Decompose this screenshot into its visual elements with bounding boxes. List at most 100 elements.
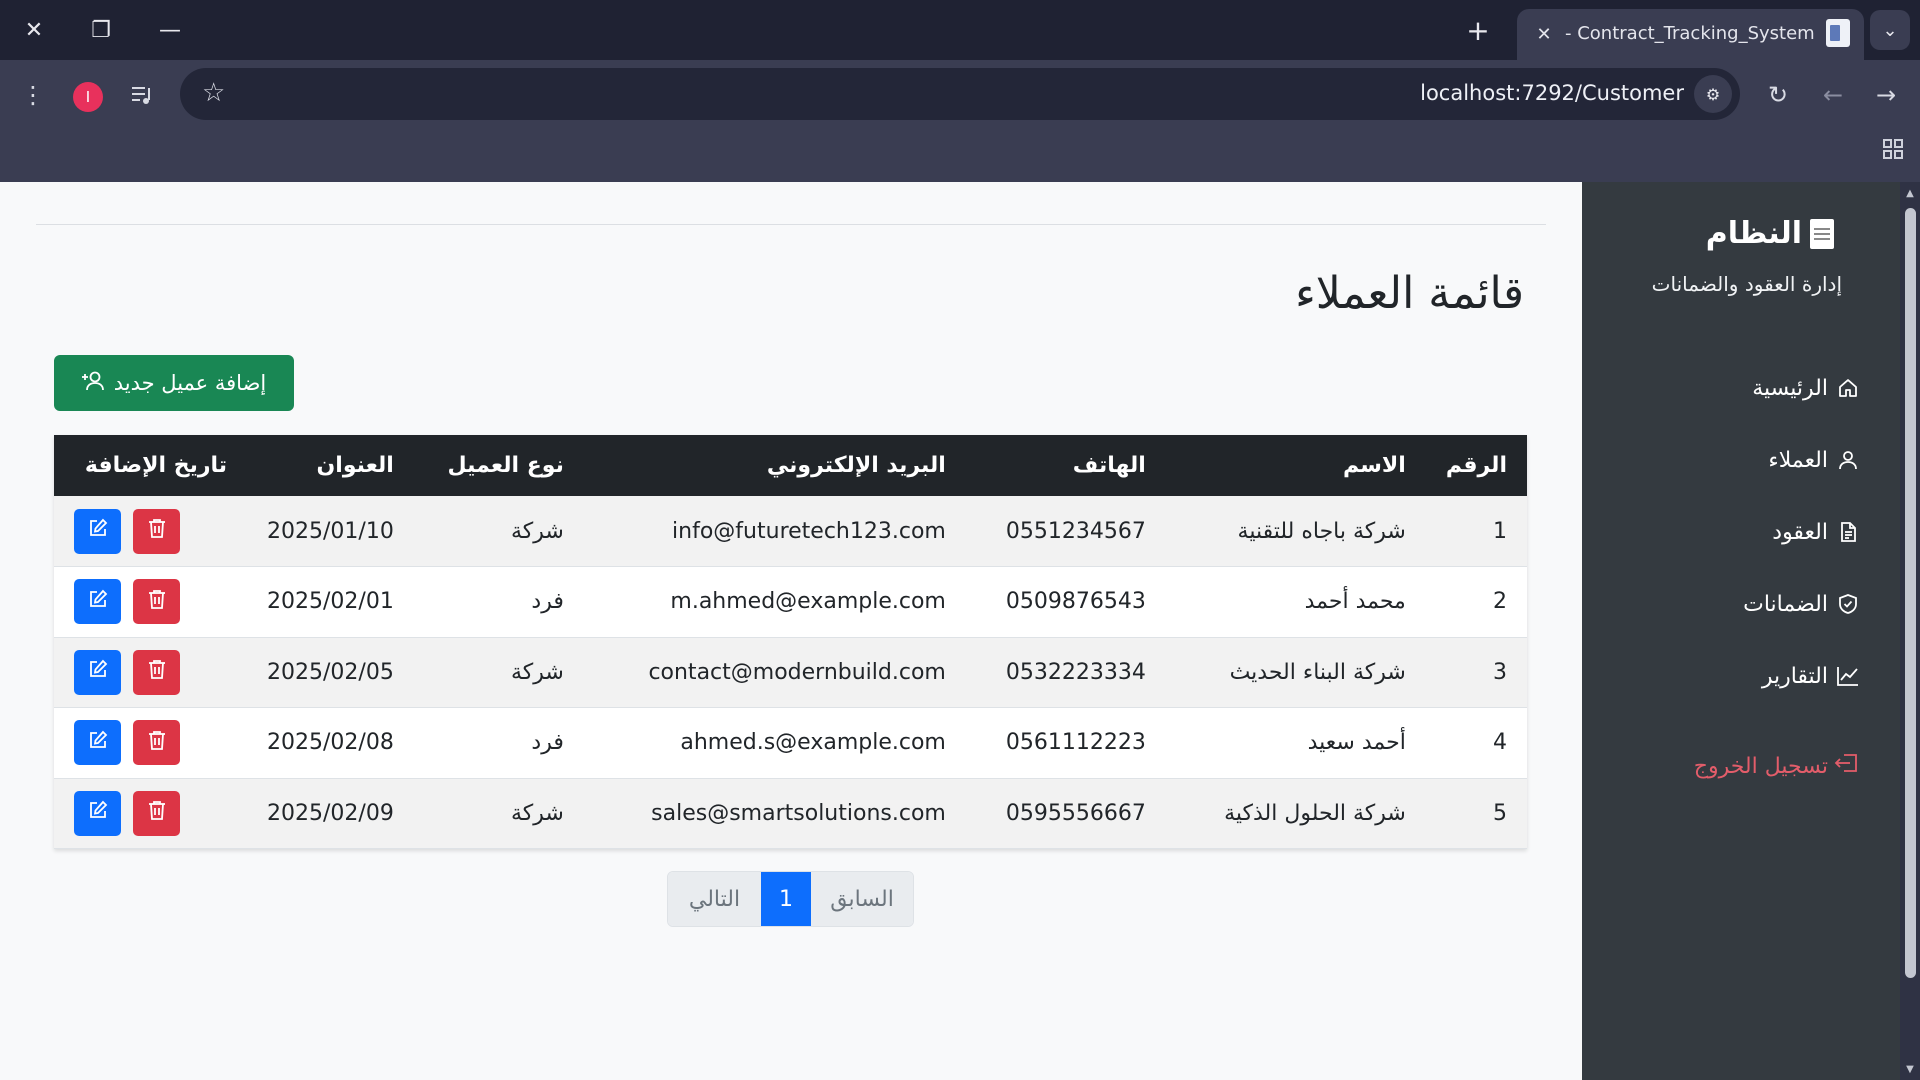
cell-num: 3 <box>1425 637 1527 708</box>
media-controls-icon[interactable] <box>124 77 160 113</box>
table-row: 2 محمد أحمد 0509876543 m.ahmed@example.com ف… <box>54 566 1527 638</box>
cell-email: sales@smartsolutions.com <box>583 778 966 849</box>
close-window-icon[interactable]: ✕ <box>8 8 60 52</box>
next-page-button[interactable]: التالي <box>668 872 761 926</box>
sidebar-item-contracts[interactable]: العقود <box>1620 496 1860 568</box>
new-tab-icon[interactable]: + <box>1460 12 1496 48</box>
cell-actions <box>54 637 248 708</box>
page-title: قائمة العملاء <box>1295 268 1524 319</box>
site-info-icon[interactable]: ⚙ <box>1694 75 1732 113</box>
column-header: البريد الإلكتروني <box>583 435 966 496</box>
forward-arrow-icon[interactable]: → <box>1868 77 1904 113</box>
cell-actions <box>54 496 248 567</box>
cell-phone: 0551234567 <box>965 496 1166 567</box>
cell-num: 1 <box>1425 496 1527 567</box>
logout-link[interactable]: تسجيل الخروج <box>1694 752 1860 780</box>
column-header: الهاتف <box>965 435 1166 496</box>
cell-email: ahmed.s@example.com <box>583 707 966 779</box>
profile-avatar[interactable]: I <box>73 82 103 112</box>
table-header-row: الرقم الاسم الهاتف البريد الإلكتروني نوع… <box>54 435 1527 496</box>
sidebar-item-guarantees[interactable]: الضمانات <box>1620 568 1860 640</box>
add-customer-button[interactable]: إضافة عميل جديد <box>54 355 294 411</box>
row-actions <box>74 790 227 836</box>
delete-button[interactable] <box>133 720 180 766</box>
delete-button[interactable] <box>133 790 180 836</box>
chart-line-icon <box>1836 664 1860 688</box>
cell-name: شركة البناء الحديث <box>1165 637 1426 708</box>
sidebar-item-reports[interactable]: التقارير <box>1620 640 1860 712</box>
sidebar-item-label: العملاء <box>1768 447 1828 473</box>
row-actions <box>74 649 227 695</box>
sidebar-item-customers[interactable]: العملاء <box>1620 424 1860 496</box>
cell-type: فرد <box>413 707 584 779</box>
edit-button[interactable] <box>74 508 121 554</box>
person-icon <box>1836 448 1860 472</box>
tab-contract-tracking[interactable]: ✕ - Contract_Tracking_System <box>1517 9 1864 60</box>
sidebar-item-label: الضمانات <box>1743 591 1828 617</box>
shield-icon <box>1836 592 1860 616</box>
current-page-button[interactable]: 1 <box>761 872 811 926</box>
cell-phone: 0595556667 <box>965 778 1166 849</box>
column-header: الرقم <box>1425 435 1527 496</box>
trash-icon <box>148 589 166 615</box>
cell-num: 2 <box>1425 566 1527 638</box>
cell-num: 4 <box>1425 707 1527 779</box>
logout-label: تسجيل الخروج <box>1693 753 1828 779</box>
sidebar-item-home[interactable]: الرئيسية <box>1620 352 1860 424</box>
person-add-icon <box>81 370 106 397</box>
customers-table: الرقم الاسم الهاتف البريد الإلكتروني نوع… <box>54 435 1527 849</box>
cell-email: info@futuretech123.com <box>583 496 966 567</box>
brand-title: النظام <box>1705 216 1802 251</box>
scroll-down-icon[interactable]: ▼ <box>1903 1062 1917 1076</box>
address-bar[interactable]: ☆ localhost:7292/Customer ⚙ <box>180 68 1740 120</box>
table-row: 1 شركة باجاه للتقنية 0551234567 info@future… <box>54 496 1527 567</box>
cell-actions <box>54 566 248 638</box>
trash-icon <box>148 800 166 826</box>
page-scrollbar[interactable]: ▲ ▼ <box>1900 182 1920 1080</box>
delete-button[interactable] <box>133 508 180 554</box>
apps-grid-icon[interactable] <box>1880 136 1906 162</box>
tab-search-icon[interactable]: ⌄ <box>1870 10 1910 50</box>
edit-button[interactable] <box>74 790 121 836</box>
previous-page-button[interactable]: السابق <box>811 872 913 926</box>
pagination: التالي 1 السابق <box>667 871 914 927</box>
cell-email: contact@modernbuild.com <box>583 637 966 708</box>
page-viewport: قائمة العملاء إضافة عميل جديد الرقم الاس… <box>0 182 1920 1080</box>
cell-actions <box>54 707 248 779</box>
scroll-thumb[interactable] <box>1905 208 1916 978</box>
home-icon <box>1836 376 1860 400</box>
bookmark-star-icon[interactable]: ☆ <box>202 78 225 108</box>
cell-type: شركة <box>413 496 584 567</box>
cell-type: شركة <box>413 637 584 708</box>
back-arrow-icon[interactable]: ← <box>1815 77 1851 113</box>
row-actions <box>74 508 227 554</box>
browser-toolbar: ⋮ I ☆ localhost:7292/Customer ⚙ ↻ ← → <box>0 60 1920 128</box>
cell-type: شركة <box>413 778 584 849</box>
table-row: 3 شركة البناء الحديث 0532223334 contact@mod… <box>54 637 1527 708</box>
edit-button[interactable] <box>74 720 121 766</box>
cell-actions <box>54 778 248 849</box>
menu-dots-icon[interactable]: ⋮ <box>15 77 51 113</box>
cell-name: محمد أحمد <box>1165 566 1426 638</box>
trash-icon <box>148 518 166 544</box>
url-text[interactable]: localhost:7292/Customer <box>1420 81 1684 105</box>
restore-window-icon[interactable]: ❐ <box>75 8 127 52</box>
cell-date: 2025/02/09 <box>247 778 414 849</box>
scroll-up-icon[interactable]: ▲ <box>1903 186 1917 200</box>
cell-date: 2025/02/05 <box>247 637 414 708</box>
table-row: 4 أحمد سعيد 0561112223 ahmed.s@example.com ف… <box>54 707 1527 779</box>
edit-button[interactable] <box>74 579 121 625</box>
delete-button[interactable] <box>133 579 180 625</box>
reload-icon[interactable]: ↻ <box>1760 77 1796 113</box>
tab-close-icon[interactable]: ✕ <box>1533 23 1555 45</box>
logout-icon <box>1834 752 1860 780</box>
cell-phone: 0561112223 <box>965 707 1166 779</box>
delete-button[interactable] <box>133 649 180 695</box>
column-header: الاسم <box>1165 435 1426 496</box>
column-header: نوع العميل <box>413 435 584 496</box>
cell-date: 2025/02/01 <box>247 566 414 638</box>
edit-button[interactable] <box>74 649 121 695</box>
minimize-window-icon[interactable]: — <box>144 8 196 52</box>
add-customer-label: إضافة عميل جديد <box>113 371 267 395</box>
cell-name: شركة الحلول الذكية <box>1165 778 1426 849</box>
